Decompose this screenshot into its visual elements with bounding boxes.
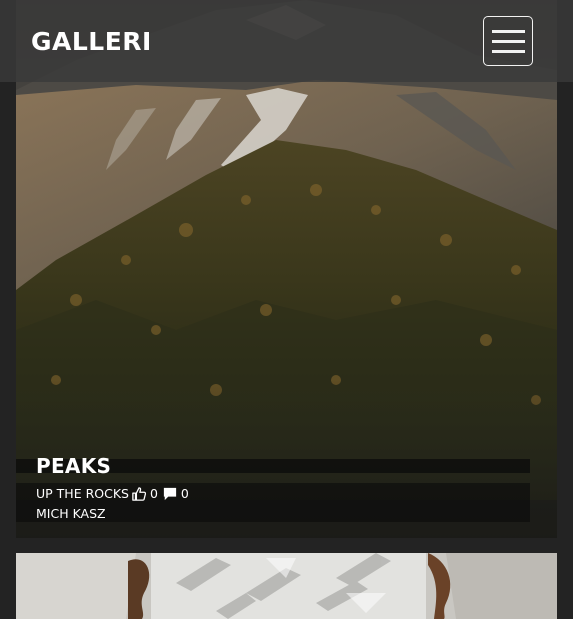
card-info-panel: UP THE ROCKS 0 0 MICH KASZ <box>16 483 530 522</box>
card-author[interactable]: MICH KASZ <box>36 506 106 522</box>
hamburger-line <box>491 29 525 33</box>
thumbs-up-icon[interactable] <box>131 486 147 502</box>
card-subtitle: UP THE ROCKS <box>36 486 129 501</box>
card-caption: PEAKS UP THE ROCKS 0 0 MICH KASZ <box>16 454 557 522</box>
fabric-photo[interactable] <box>16 553 557 619</box>
gallery-card-2[interactable] <box>16 553 557 619</box>
comment-icon[interactable] <box>162 486 178 502</box>
top-navbar: GALLERI <box>0 0 573 82</box>
hamburger-line <box>491 49 525 53</box>
menu-toggle-button[interactable] <box>483 16 533 66</box>
like-count: 0 <box>149 486 158 501</box>
card-meta-row: UP THE ROCKS 0 0 <box>36 486 193 502</box>
card-title[interactable]: PEAKS <box>36 454 111 478</box>
brand-logo[interactable]: GALLERI <box>31 27 152 56</box>
hamburger-line <box>491 39 525 43</box>
comment-count: 0 <box>180 486 189 501</box>
